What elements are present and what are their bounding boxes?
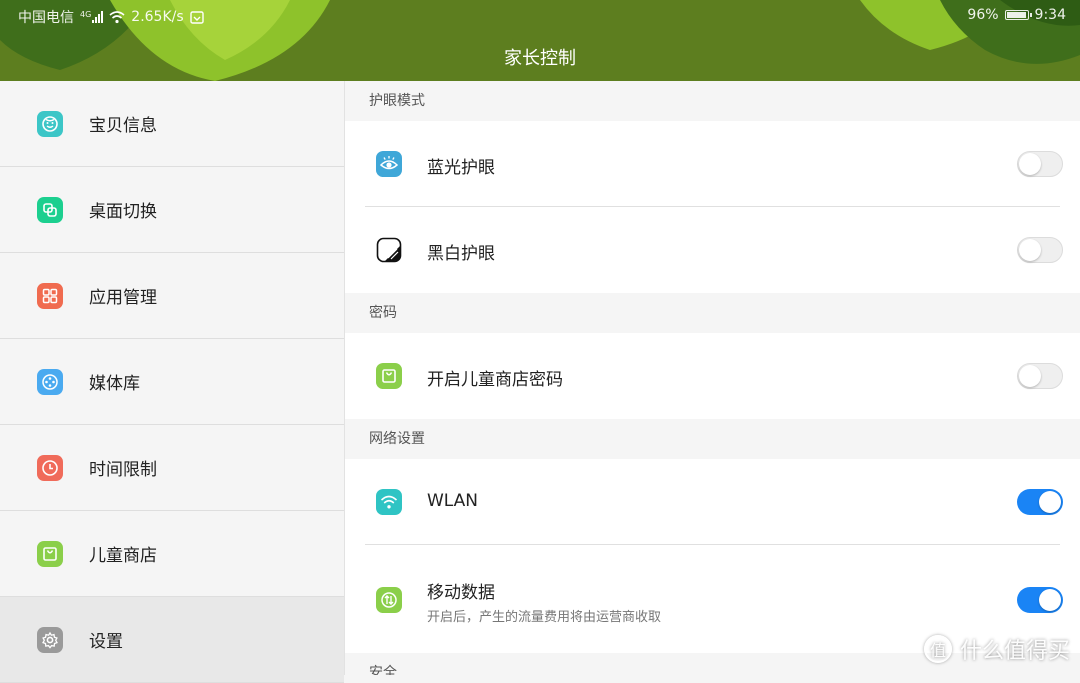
blue-light-toggle[interactable] [1017,151,1063,177]
carrier-name: 中国电信 [18,10,74,26]
clock-icon [37,454,63,481]
app-header: 中国电信 4G 2.65K/s 96% 9:34 家长控制 [0,0,1080,81]
setting-row-wlan[interactable]: WLAN [345,459,1080,545]
sidebar-item-baby-info[interactable]: 宝贝信息 [0,81,344,167]
setting-description: 开启后，产生的流量费用将由运营商收取 [427,610,662,625]
clock-time: 9:34 [1034,7,1066,23]
setting-row-grayscale[interactable]: 黑白护眼 [345,207,1080,293]
section-header-eye-protection: 护眼模式 [369,93,425,109]
network-card: WLAN 移动数据 开启后，产生的流量费用将由运营商收取 [345,459,1080,653]
shopping-bag-icon [376,363,402,389]
app-grid-icon [37,282,63,309]
notification-icon [189,11,204,24]
setting-label: 开启儿童商店密码 [427,370,563,390]
sidebar-item-label: 桌面切换 [89,202,157,222]
setting-row-store-password[interactable]: 开启儿童商店密码 [345,333,1080,419]
sidebar-item-label: 宝贝信息 [89,116,157,136]
watermark-text: 什么值得买 [959,639,1070,664]
media-reel-icon [37,368,63,395]
setting-row-blue-light[interactable]: 蓝光护眼 [345,121,1080,207]
mobile-data-icon [376,587,402,613]
grayscale-icon [376,237,402,263]
setting-label: 移动数据 [427,583,495,603]
sidebar-item-kids-store[interactable]: 儿童商店 [0,511,344,597]
setting-label: 黑白护眼 [427,244,495,264]
section-header-network: 网络设置 [369,431,425,447]
sidebar-item-label: 时间限制 [89,460,157,480]
store-password-toggle[interactable] [1017,363,1063,389]
status-bar: 中国电信 4G 2.65K/s 96% 9:34 [0,0,1080,32]
watermark: 值 什么值得买 [923,633,1070,665]
setting-label: WLAN [427,491,479,511]
watermark-logo: 值 [923,635,952,663]
wlan-toggle[interactable] [1017,489,1063,515]
sidebar-item-label: 媒体库 [89,374,140,394]
sidebar-item-label: 设置 [89,632,123,652]
network-type: 4G [80,10,92,19]
section-header-password: 密码 [369,305,397,321]
sidebar-item-media-library[interactable]: 媒体库 [0,339,344,425]
sidebar: 宝贝信息 桌面切换 应用管理 媒体库 时间限制 儿童商店 设置 [0,81,345,683]
battery-icon [1004,10,1032,20]
mobile-data-toggle[interactable] [1017,587,1063,613]
desktop-switch-icon [37,196,63,223]
password-card: 开启儿童商店密码 [345,333,1080,419]
sidebar-item-label: 儿童商店 [89,546,157,566]
battery-percent: 96% [967,7,999,23]
wifi-icon [376,489,402,515]
page-title: 家长控制 [504,48,576,69]
eye-icon [376,151,402,177]
sidebar-item-settings[interactable]: 设置 [0,597,344,683]
wifi-status-icon [109,11,125,24]
shopping-bag-icon [37,540,63,567]
network-speed: 2.65K/s [131,9,184,25]
eye-protection-card: 蓝光护眼 黑白护眼 [345,121,1080,293]
sidebar-item-time-limit[interactable]: 时间限制 [0,425,344,511]
settings-panel: 护眼模式 蓝光护眼 黑白护眼 密码 开启儿童商店密码 网络设置 WLAN 移动数… [345,81,1080,675]
sidebar-item-label: 应用管理 [89,288,157,308]
signal-icon: 4G [80,10,104,23]
gear-icon [37,626,63,653]
sidebar-item-desktop-switch[interactable]: 桌面切换 [0,167,344,253]
grayscale-toggle[interactable] [1017,237,1063,263]
setting-label: 蓝光护眼 [427,158,495,178]
baby-face-icon [37,110,63,137]
sidebar-item-app-management[interactable]: 应用管理 [0,253,344,339]
